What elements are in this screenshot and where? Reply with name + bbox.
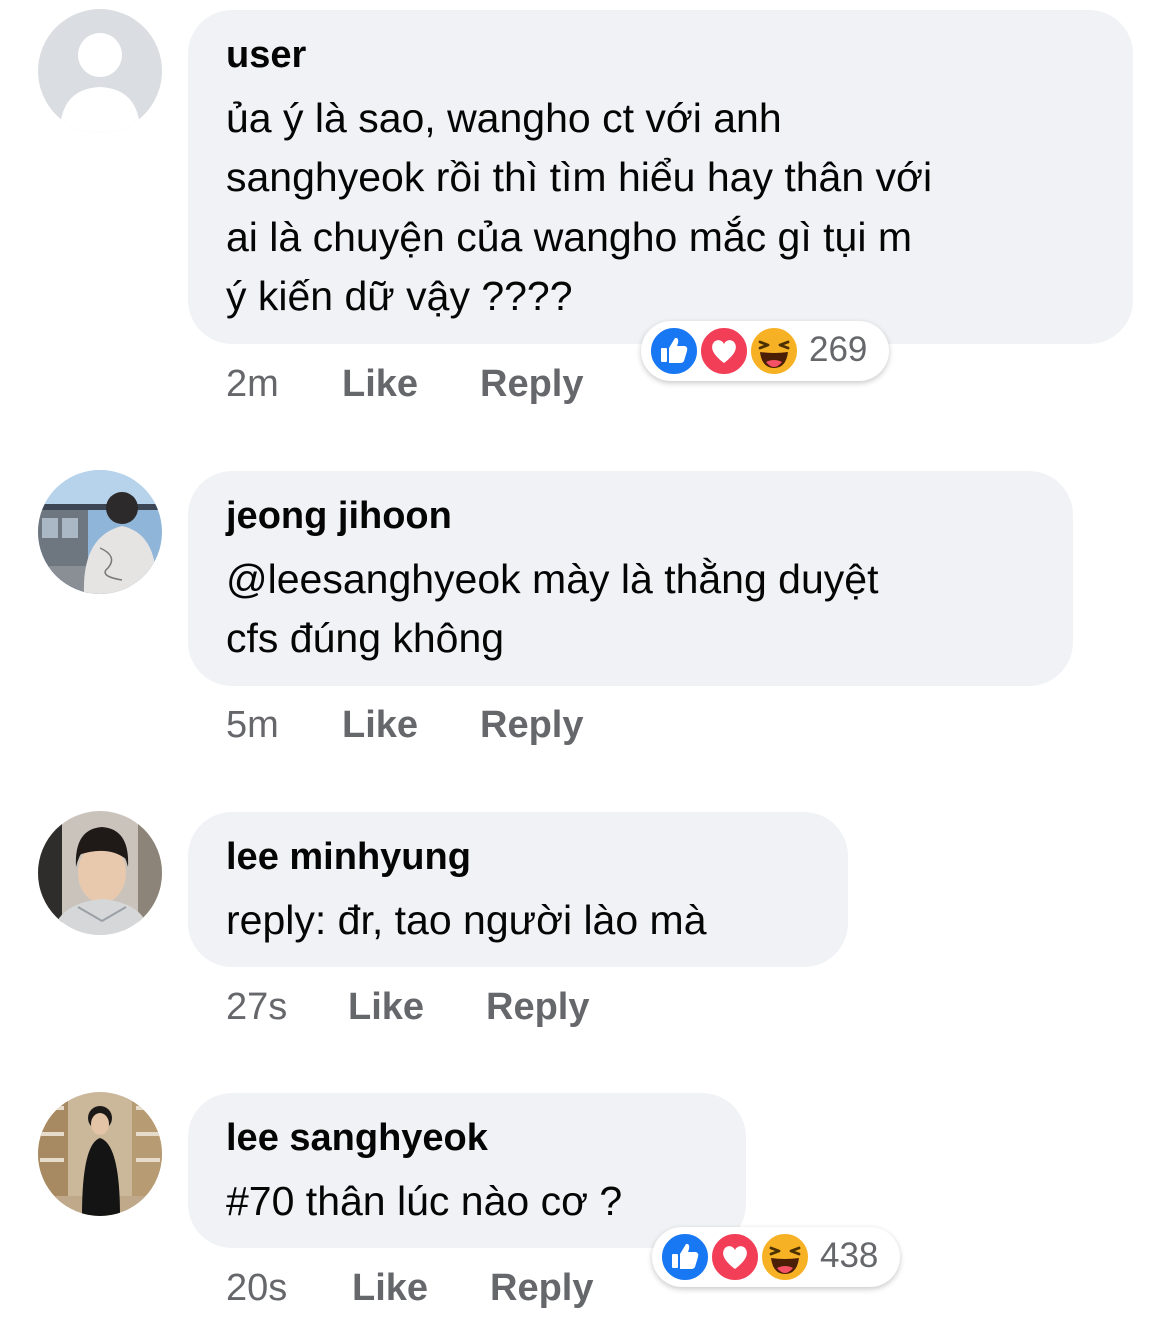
reaction-summary[interactable]: 269 <box>641 321 889 381</box>
comment-timestamp: 2m <box>226 363 279 405</box>
comment-text-line: cfs đúng không <box>226 615 505 661</box>
comment-bubble: lee sanghyeok #70 thân lúc nào cơ ? <box>188 1093 746 1248</box>
reaction-summary[interactable]: 438 <box>652 1227 900 1287</box>
reaction-count: 269 <box>809 330 868 369</box>
comment-author[interactable]: lee sanghyeok <box>226 1117 488 1160</box>
love-reaction-icon <box>699 326 749 376</box>
like-button[interactable]: Like <box>342 363 418 406</box>
comment-text-line: #70 thân lúc nào cơ ? <box>226 1178 623 1224</box>
haha-reaction-icon <box>760 1232 810 1282</box>
comment-author[interactable]: user <box>226 34 306 77</box>
haha-reaction-icon <box>749 326 799 376</box>
comment-bubble: user ủa ý là sao, wangho ct với anh sang… <box>188 10 1133 344</box>
comment-text-line: reply: đr, tao người lào mà <box>226 897 707 943</box>
like-button[interactable]: Like <box>342 704 418 747</box>
avatar[interactable] <box>38 470 162 594</box>
like-reaction-icon <box>660 1232 710 1282</box>
comment-bubble: jeong jihoon @leesanghyeok mày là thằng … <box>188 471 1073 686</box>
like-button[interactable]: Like <box>352 1267 428 1310</box>
comment-bubble: lee minhyung reply: đr, tao người lào mà <box>188 812 848 967</box>
comment-author[interactable]: jeong jihoon <box>226 495 452 538</box>
comment-text-line: @leesanghyeok mày là thằng duyệt <box>226 556 879 602</box>
comment-author[interactable]: lee minhyung <box>226 836 471 879</box>
reply-button[interactable]: Reply <box>480 363 583 406</box>
comment-text-line: sanghyeok rồi thì tìm hiểu hay thân với <box>226 154 933 200</box>
like-button[interactable]: Like <box>348 986 424 1029</box>
avatar[interactable] <box>38 811 162 935</box>
reply-button[interactable]: Reply <box>490 1267 593 1310</box>
comment-timestamp: 27s <box>226 986 288 1028</box>
comment-text-line: ủa ý là sao, wangho ct với anh <box>226 95 782 141</box>
like-reaction-icon <box>649 326 699 376</box>
comment-text-line: ý kiến dữ vậy ???? <box>226 273 573 319</box>
reply-button[interactable]: Reply <box>486 986 589 1029</box>
default-avatar-icon[interactable] <box>38 9 162 133</box>
love-reaction-icon <box>710 1232 760 1282</box>
comment-timestamp: 20s <box>226 1267 288 1309</box>
reaction-count: 438 <box>820 1236 879 1275</box>
reply-button[interactable]: Reply <box>480 704 583 747</box>
avatar[interactable] <box>38 1092 162 1216</box>
comment-timestamp: 5m <box>226 704 279 746</box>
comment-text-line: ai là chuyện của wangho mắc gì tụi m <box>226 214 912 260</box>
